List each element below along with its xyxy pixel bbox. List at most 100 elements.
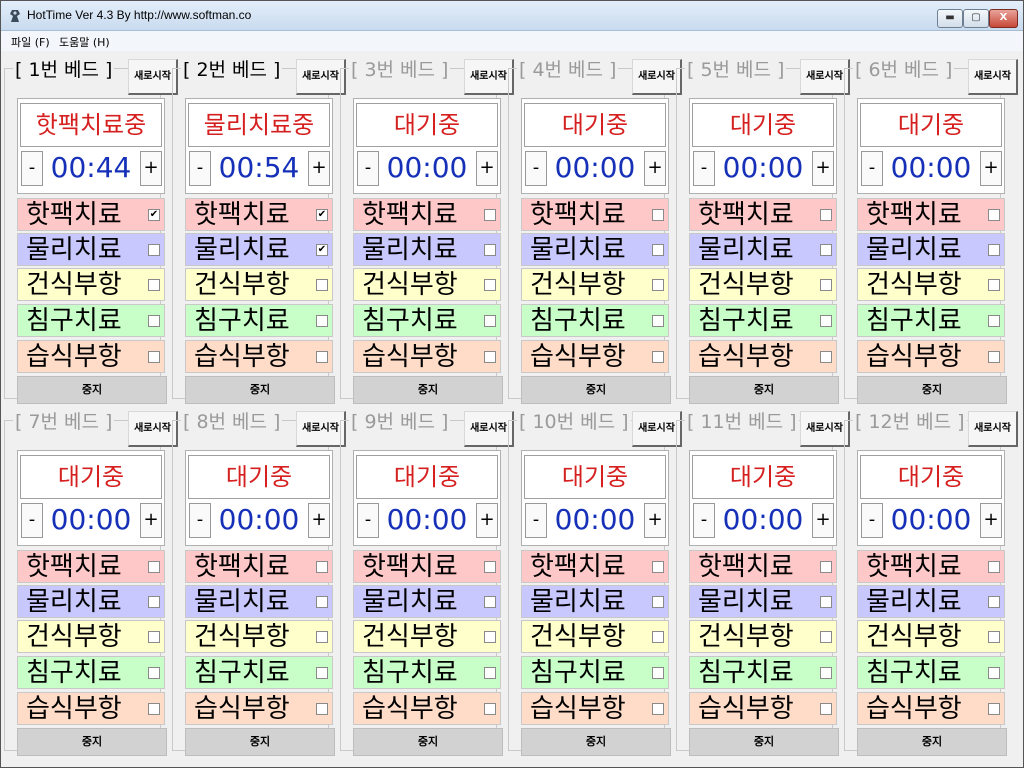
treatment-checkbox[interactable] (316, 703, 328, 715)
treatment-checkbox[interactable] (316, 631, 328, 643)
treatment-hotpack[interactable]: 핫팩치료 (521, 550, 669, 583)
treatment-checkbox[interactable] (484, 561, 496, 573)
treatment-hotpack[interactable]: 핫팩치료 (17, 550, 165, 583)
menu-help[interactable]: 도움말 (H) (59, 34, 110, 50)
close-button[interactable]: X (989, 9, 1018, 28)
treatment-checkbox[interactable] (820, 596, 832, 608)
treatment-checkbox[interactable] (148, 631, 160, 643)
treatment-checkbox[interactable] (148, 596, 160, 608)
treatment-acupuncture[interactable]: 침구치료 (353, 304, 501, 337)
time-increase-button[interactable]: + (476, 151, 498, 186)
treatment-wet-cupping[interactable]: 습식부항 (17, 340, 165, 373)
title-bar[interactable]: HotTime Ver 4.3 By http://www.softman.co… (1, 1, 1023, 31)
treatment-checkbox[interactable] (484, 703, 496, 715)
time-increase-button[interactable]: + (140, 151, 162, 186)
treatment-checkbox[interactable] (484, 667, 496, 679)
treatment-acupuncture[interactable]: 침구치료 (17, 656, 165, 689)
treatment-dry-cupping[interactable]: 건식부항 (521, 268, 669, 301)
treatment-physio[interactable]: 물리치료 (185, 585, 333, 618)
treatment-checkbox[interactable] (484, 631, 496, 643)
time-decrease-button[interactable]: - (21, 503, 43, 538)
time-decrease-button[interactable]: - (693, 151, 715, 186)
time-increase-button[interactable]: + (476, 503, 498, 538)
treatment-physio[interactable]: 물리치료 (521, 585, 669, 618)
treatment-hotpack[interactable]: 핫팩치료 (185, 550, 333, 583)
time-decrease-button[interactable]: - (189, 503, 211, 538)
treatment-checkbox[interactable] (148, 703, 160, 715)
reset-button[interactable]: 새로시작 (968, 411, 1018, 447)
time-increase-button[interactable]: + (980, 151, 1002, 186)
treatment-checkbox[interactable] (652, 561, 664, 573)
time-decrease-button[interactable]: - (861, 151, 883, 186)
treatment-dry-cupping[interactable]: 건식부항 (857, 620, 1005, 653)
time-increase-button[interactable]: + (812, 151, 834, 186)
treatment-checkbox[interactable] (988, 279, 1000, 291)
stop-button[interactable]: 중지 (689, 728, 839, 756)
stop-button[interactable]: 중지 (17, 728, 167, 756)
time-decrease-button[interactable]: - (525, 503, 547, 538)
treatment-physio[interactable]: 물리치료 (353, 585, 501, 618)
treatment-checkbox[interactable] (820, 279, 832, 291)
stop-button[interactable]: 중지 (17, 376, 167, 404)
maximize-button[interactable]: ▢ (963, 9, 989, 28)
treatment-checkbox[interactable] (316, 315, 328, 327)
treatment-hotpack[interactable]: 핫팩치료 ✔ (185, 198, 333, 231)
treatment-hotpack[interactable]: 핫팩치료 (857, 550, 1005, 583)
treatment-checkbox[interactable]: ✔ (148, 209, 160, 221)
treatment-physio[interactable]: 물리치료 (689, 585, 837, 618)
treatment-checkbox[interactable] (148, 351, 160, 363)
treatment-checkbox[interactable] (820, 703, 832, 715)
stop-button[interactable]: 중지 (521, 728, 671, 756)
treatment-physio[interactable]: 물리치료 (857, 233, 1005, 266)
treatment-checkbox[interactable] (820, 631, 832, 643)
treatment-checkbox[interactable] (316, 351, 328, 363)
treatment-hotpack[interactable]: 핫팩치료 (353, 198, 501, 231)
treatment-wet-cupping[interactable]: 습식부항 (353, 692, 501, 725)
treatment-dry-cupping[interactable]: 건식부항 (185, 268, 333, 301)
treatment-checkbox[interactable] (988, 244, 1000, 256)
time-decrease-button[interactable]: - (357, 151, 379, 186)
treatment-dry-cupping[interactable]: 건식부항 (689, 620, 837, 653)
treatment-acupuncture[interactable]: 침구치료 (353, 656, 501, 689)
treatment-physio[interactable]: 물리치료 (521, 233, 669, 266)
time-increase-button[interactable]: + (644, 151, 666, 186)
treatment-checkbox[interactable] (820, 351, 832, 363)
treatment-checkbox[interactable] (652, 279, 664, 291)
treatment-checkbox[interactable] (148, 279, 160, 291)
treatment-checkbox[interactable] (484, 315, 496, 327)
treatment-acupuncture[interactable]: 침구치료 (689, 304, 837, 337)
treatment-checkbox[interactable] (652, 667, 664, 679)
treatment-wet-cupping[interactable]: 습식부항 (353, 340, 501, 373)
treatment-checkbox[interactable] (652, 244, 664, 256)
treatment-checkbox[interactable] (484, 209, 496, 221)
treatment-checkbox[interactable] (820, 244, 832, 256)
treatment-physio[interactable]: 물리치료 (857, 585, 1005, 618)
stop-button[interactable]: 중지 (689, 376, 839, 404)
time-decrease-button[interactable]: - (693, 503, 715, 538)
time-increase-button[interactable]: + (308, 151, 330, 186)
treatment-wet-cupping[interactable]: 습식부항 (17, 692, 165, 725)
time-increase-button[interactable]: + (140, 503, 162, 538)
treatment-wet-cupping[interactable]: 습식부항 (521, 340, 669, 373)
time-decrease-button[interactable]: - (189, 151, 211, 186)
treatment-checkbox[interactable] (148, 244, 160, 256)
treatment-dry-cupping[interactable]: 건식부항 (185, 620, 333, 653)
treatment-checkbox[interactable] (988, 667, 1000, 679)
treatment-checkbox[interactable] (148, 667, 160, 679)
treatment-checkbox[interactable] (316, 561, 328, 573)
treatment-dry-cupping[interactable]: 건식부항 (17, 268, 165, 301)
menu-file[interactable]: 파일 (F) (11, 34, 50, 50)
treatment-checkbox[interactable] (820, 209, 832, 221)
treatment-checkbox[interactable] (484, 351, 496, 363)
treatment-checkbox[interactable]: ✔ (316, 244, 328, 256)
treatment-hotpack[interactable]: 핫팩치료 (857, 198, 1005, 231)
treatment-checkbox[interactable] (316, 596, 328, 608)
treatment-acupuncture[interactable]: 침구치료 (521, 304, 669, 337)
treatment-checkbox[interactable] (820, 315, 832, 327)
treatment-dry-cupping[interactable]: 건식부항 (353, 620, 501, 653)
treatment-checkbox[interactable] (820, 561, 832, 573)
treatment-hotpack[interactable]: 핫팩치료 (689, 198, 837, 231)
treatment-wet-cupping[interactable]: 습식부항 (185, 340, 333, 373)
treatment-checkbox[interactable] (652, 703, 664, 715)
treatment-acupuncture[interactable]: 침구치료 (17, 304, 165, 337)
